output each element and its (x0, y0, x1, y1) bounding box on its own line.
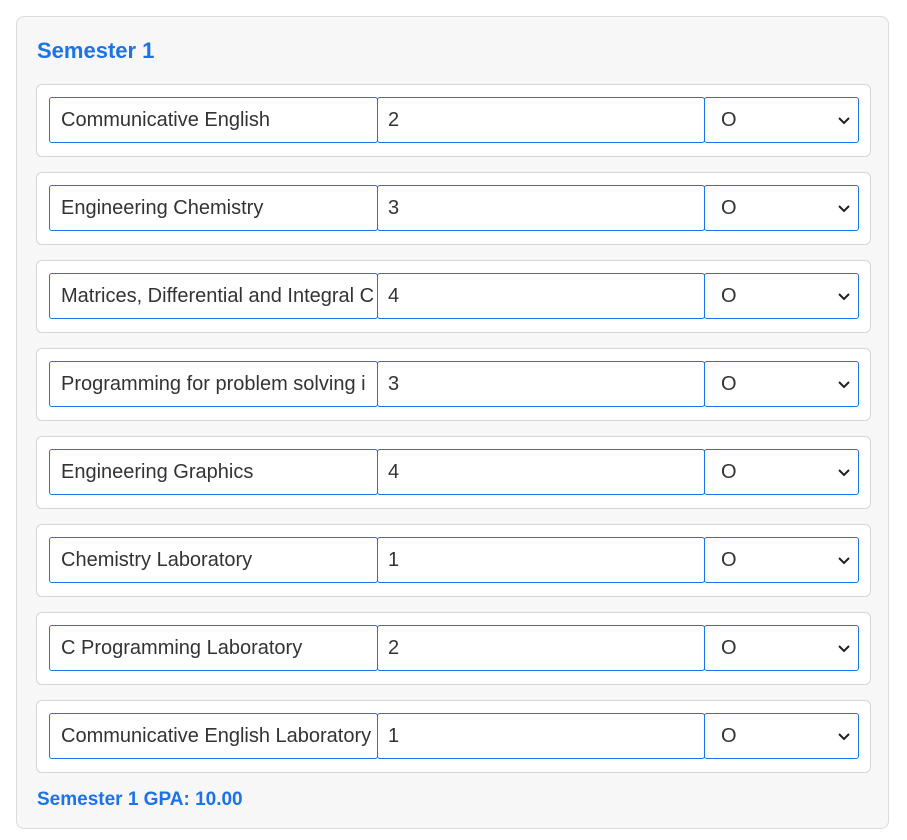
course-row: Communicative English Laboratory 1 O (36, 700, 871, 773)
grade-select[interactable]: O (704, 537, 859, 583)
grade-value: O (721, 197, 737, 219)
subject-input[interactable]: Communicative English (49, 97, 378, 143)
credits-input[interactable]: 1 (377, 713, 705, 759)
credits-input[interactable]: 4 (377, 449, 705, 495)
chevron-down-icon (838, 117, 850, 125)
subject-input[interactable]: Engineering Graphics (49, 449, 378, 495)
gpa-label: Semester 1 GPA: (37, 789, 190, 810)
credits-input[interactable]: 2 (377, 625, 705, 671)
subject-input[interactable]: C Programming Laboratory (49, 625, 378, 671)
grade-select[interactable]: O (704, 97, 859, 143)
chevron-down-icon (838, 733, 850, 741)
grade-value: O (721, 725, 737, 747)
grade-select[interactable]: O (704, 449, 859, 495)
subject-input[interactable]: Matrices, Differential and Integral C (49, 273, 378, 319)
course-row: Programming for problem solving i 3 O (36, 348, 871, 421)
credits-input[interactable]: 2 (377, 97, 705, 143)
grade-value: O (721, 461, 737, 483)
chevron-down-icon (838, 205, 850, 213)
credits-input[interactable]: 4 (377, 273, 705, 319)
subject-input[interactable]: Chemistry Laboratory (49, 537, 378, 583)
gpa-value: 10.00 (195, 789, 243, 810)
grade-value: O (721, 109, 737, 131)
grade-value: O (721, 373, 737, 395)
grade-select[interactable]: O (704, 273, 859, 319)
course-row: Chemistry Laboratory 1 O (36, 524, 871, 597)
course-row: Matrices, Differential and Integral C 4 … (36, 260, 871, 333)
semester-gpa: Semester 1 GPA: 10.00 (37, 788, 243, 812)
subject-input[interactable]: Programming for problem solving i (49, 361, 378, 407)
chevron-down-icon (838, 293, 850, 301)
grade-value: O (721, 637, 737, 659)
course-list: Communicative English 2 O Engineering Ch… (36, 84, 871, 788)
chevron-down-icon (838, 557, 850, 565)
grade-select[interactable]: O (704, 713, 859, 759)
grade-select[interactable]: O (704, 361, 859, 407)
grade-select[interactable]: O (704, 185, 859, 231)
credits-input[interactable]: 3 (377, 185, 705, 231)
subject-input[interactable]: Communicative English Laboratory (49, 713, 378, 759)
chevron-down-icon (838, 381, 850, 389)
chevron-down-icon (838, 645, 850, 653)
course-row: C Programming Laboratory 2 O (36, 612, 871, 685)
subject-input[interactable]: Engineering Chemistry (49, 185, 378, 231)
course-row: Engineering Graphics 4 O (36, 436, 871, 509)
course-row: Communicative English 2 O (36, 84, 871, 157)
credits-input[interactable]: 3 (377, 361, 705, 407)
credits-input[interactable]: 1 (377, 537, 705, 583)
course-row: Engineering Chemistry 3 O (36, 172, 871, 245)
grade-value: O (721, 549, 737, 571)
grade-value: O (721, 285, 737, 307)
grade-select[interactable]: O (704, 625, 859, 671)
chevron-down-icon (838, 469, 850, 477)
semester-title: Semester 1 (37, 38, 155, 63)
semester-card: Semester 1 Communicative English 2 O Eng… (16, 16, 889, 829)
